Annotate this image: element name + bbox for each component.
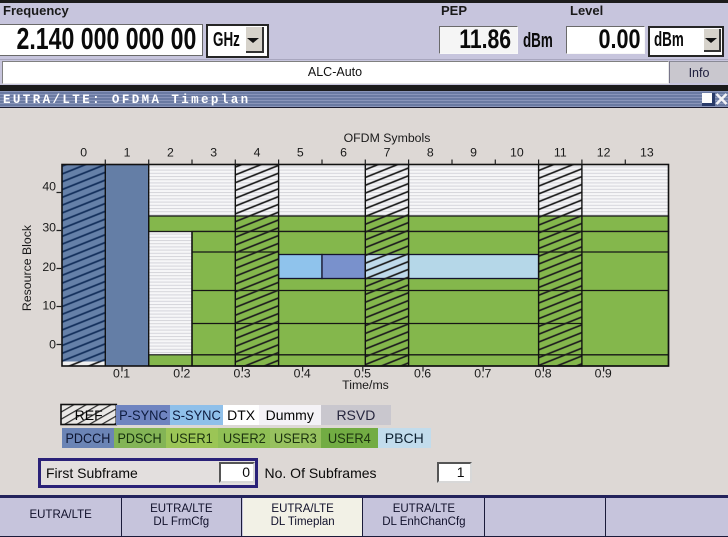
svg-text:13: 13 bbox=[640, 146, 654, 160]
svg-text:0.1: 0.1 bbox=[113, 367, 130, 381]
svg-text:30: 30 bbox=[42, 220, 56, 234]
svg-text:2: 2 bbox=[167, 146, 174, 160]
svg-text:OFDM Symbols: OFDM Symbols bbox=[344, 131, 431, 145]
svg-text:8: 8 bbox=[427, 146, 434, 160]
svg-text:12: 12 bbox=[597, 146, 611, 160]
svg-text:11: 11 bbox=[554, 146, 567, 160]
svg-text:5: 5 bbox=[297, 146, 304, 160]
svg-text:6: 6 bbox=[340, 146, 347, 160]
svg-text:0.9: 0.9 bbox=[595, 367, 612, 381]
svg-text:0: 0 bbox=[49, 337, 56, 351]
svg-text:0.8: 0.8 bbox=[534, 367, 551, 381]
svg-text:20: 20 bbox=[42, 260, 56, 274]
svg-text:Resource Block: Resource Block bbox=[20, 224, 34, 311]
svg-text:10: 10 bbox=[510, 146, 524, 160]
svg-text:40: 40 bbox=[42, 179, 56, 193]
svg-text:0.6: 0.6 bbox=[414, 367, 431, 381]
svg-text:10: 10 bbox=[42, 298, 56, 312]
svg-text:0.2: 0.2 bbox=[173, 367, 190, 381]
svg-text:4: 4 bbox=[254, 146, 261, 160]
svg-text:0.3: 0.3 bbox=[233, 367, 250, 381]
svg-text:1: 1 bbox=[124, 146, 131, 160]
svg-text:0: 0 bbox=[80, 146, 87, 160]
svg-text:0.7: 0.7 bbox=[474, 367, 491, 381]
svg-text:Time/ms: Time/ms bbox=[342, 378, 389, 392]
svg-text:9: 9 bbox=[470, 146, 477, 160]
svg-text:7: 7 bbox=[384, 146, 391, 160]
svg-text:3: 3 bbox=[210, 146, 217, 160]
svg-text:0.4: 0.4 bbox=[294, 367, 311, 381]
